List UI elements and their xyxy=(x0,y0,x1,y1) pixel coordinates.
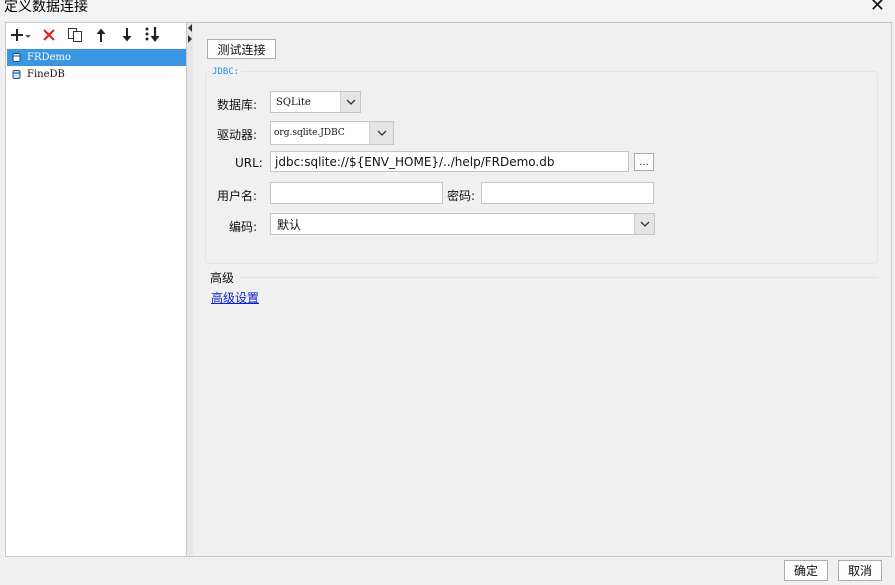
database-select-value: SQLite xyxy=(276,96,311,108)
expand-right-icon[interactable] xyxy=(188,35,192,43)
chevron-down-icon[interactable] xyxy=(369,122,393,144)
connection-list: FRDemo FineDB xyxy=(7,49,186,83)
jdbc-group: JDBC: 数据库: SQLite 驱动器: org.sqlite.JDBC U… xyxy=(205,67,878,264)
password-label: 密码: xyxy=(447,189,476,203)
jdbc-group-title: JDBC: xyxy=(210,67,242,77)
connection-list-panel: FRDemo FineDB xyxy=(6,23,187,556)
encoding-select-value: 默认 xyxy=(277,217,302,232)
move-down-icon[interactable] xyxy=(114,24,140,46)
driver-select[interactable]: org.sqlite.JDBC xyxy=(270,121,394,145)
username-input[interactable] xyxy=(270,182,443,204)
close-icon[interactable]: ✕ xyxy=(870,0,885,16)
advanced-settings-link[interactable]: 高级设置 xyxy=(211,289,259,306)
database-icon xyxy=(12,70,21,79)
connection-label: FRDemo xyxy=(27,52,71,63)
username-label: 用户名: xyxy=(217,189,258,203)
connection-item-frdemo[interactable]: FRDemo xyxy=(7,49,186,66)
window-title: 定义数据连接 xyxy=(4,0,88,15)
advanced-divider xyxy=(240,277,878,278)
dialog-body: FRDemo FineDB 测试连接 JDBC: 数据库: SQLite 驱动器… xyxy=(5,22,892,557)
add-dropdown-icon[interactable] xyxy=(6,24,36,46)
chevron-down-icon[interactable] xyxy=(340,92,360,112)
connection-settings-panel: 测试连接 JDBC: 数据库: SQLite 驱动器: org.sqlite.J… xyxy=(193,23,891,556)
connection-item-finedb[interactable]: FineDB xyxy=(7,66,186,83)
collapse-left-icon[interactable] xyxy=(188,24,192,32)
database-select[interactable]: SQLite xyxy=(270,91,361,113)
url-label: URL: xyxy=(235,156,263,170)
delete-icon[interactable] xyxy=(36,24,62,46)
ok-button[interactable]: 确定 xyxy=(784,560,828,581)
password-input[interactable] xyxy=(481,182,654,204)
encoding-select[interactable]: 默认 xyxy=(270,213,655,235)
connection-label: FineDB xyxy=(27,69,65,80)
url-input[interactable]: jdbc:sqlite://${ENV_HOME}/../help/FRDemo… xyxy=(270,151,629,172)
browse-button[interactable]: ... xyxy=(634,153,654,171)
database-icon xyxy=(12,53,21,62)
driver-label: 驱动器: xyxy=(217,128,258,142)
list-toolbar xyxy=(6,23,187,47)
encoding-label: 编码: xyxy=(229,220,258,234)
database-label: 数据库: xyxy=(217,98,258,112)
sort-icon[interactable] xyxy=(140,24,166,46)
move-up-icon[interactable] xyxy=(88,24,114,46)
cancel-button[interactable]: 取消 xyxy=(838,560,882,581)
driver-select-value: org.sqlite.JDBC xyxy=(274,128,345,138)
copy-icon[interactable] xyxy=(62,24,88,46)
chevron-down-icon[interactable] xyxy=(634,214,654,234)
advanced-section-title: 高级 xyxy=(210,271,235,285)
title-bar: 定义数据连接 ✕ xyxy=(0,0,895,20)
test-connection-button[interactable]: 测试连接 xyxy=(207,39,276,59)
